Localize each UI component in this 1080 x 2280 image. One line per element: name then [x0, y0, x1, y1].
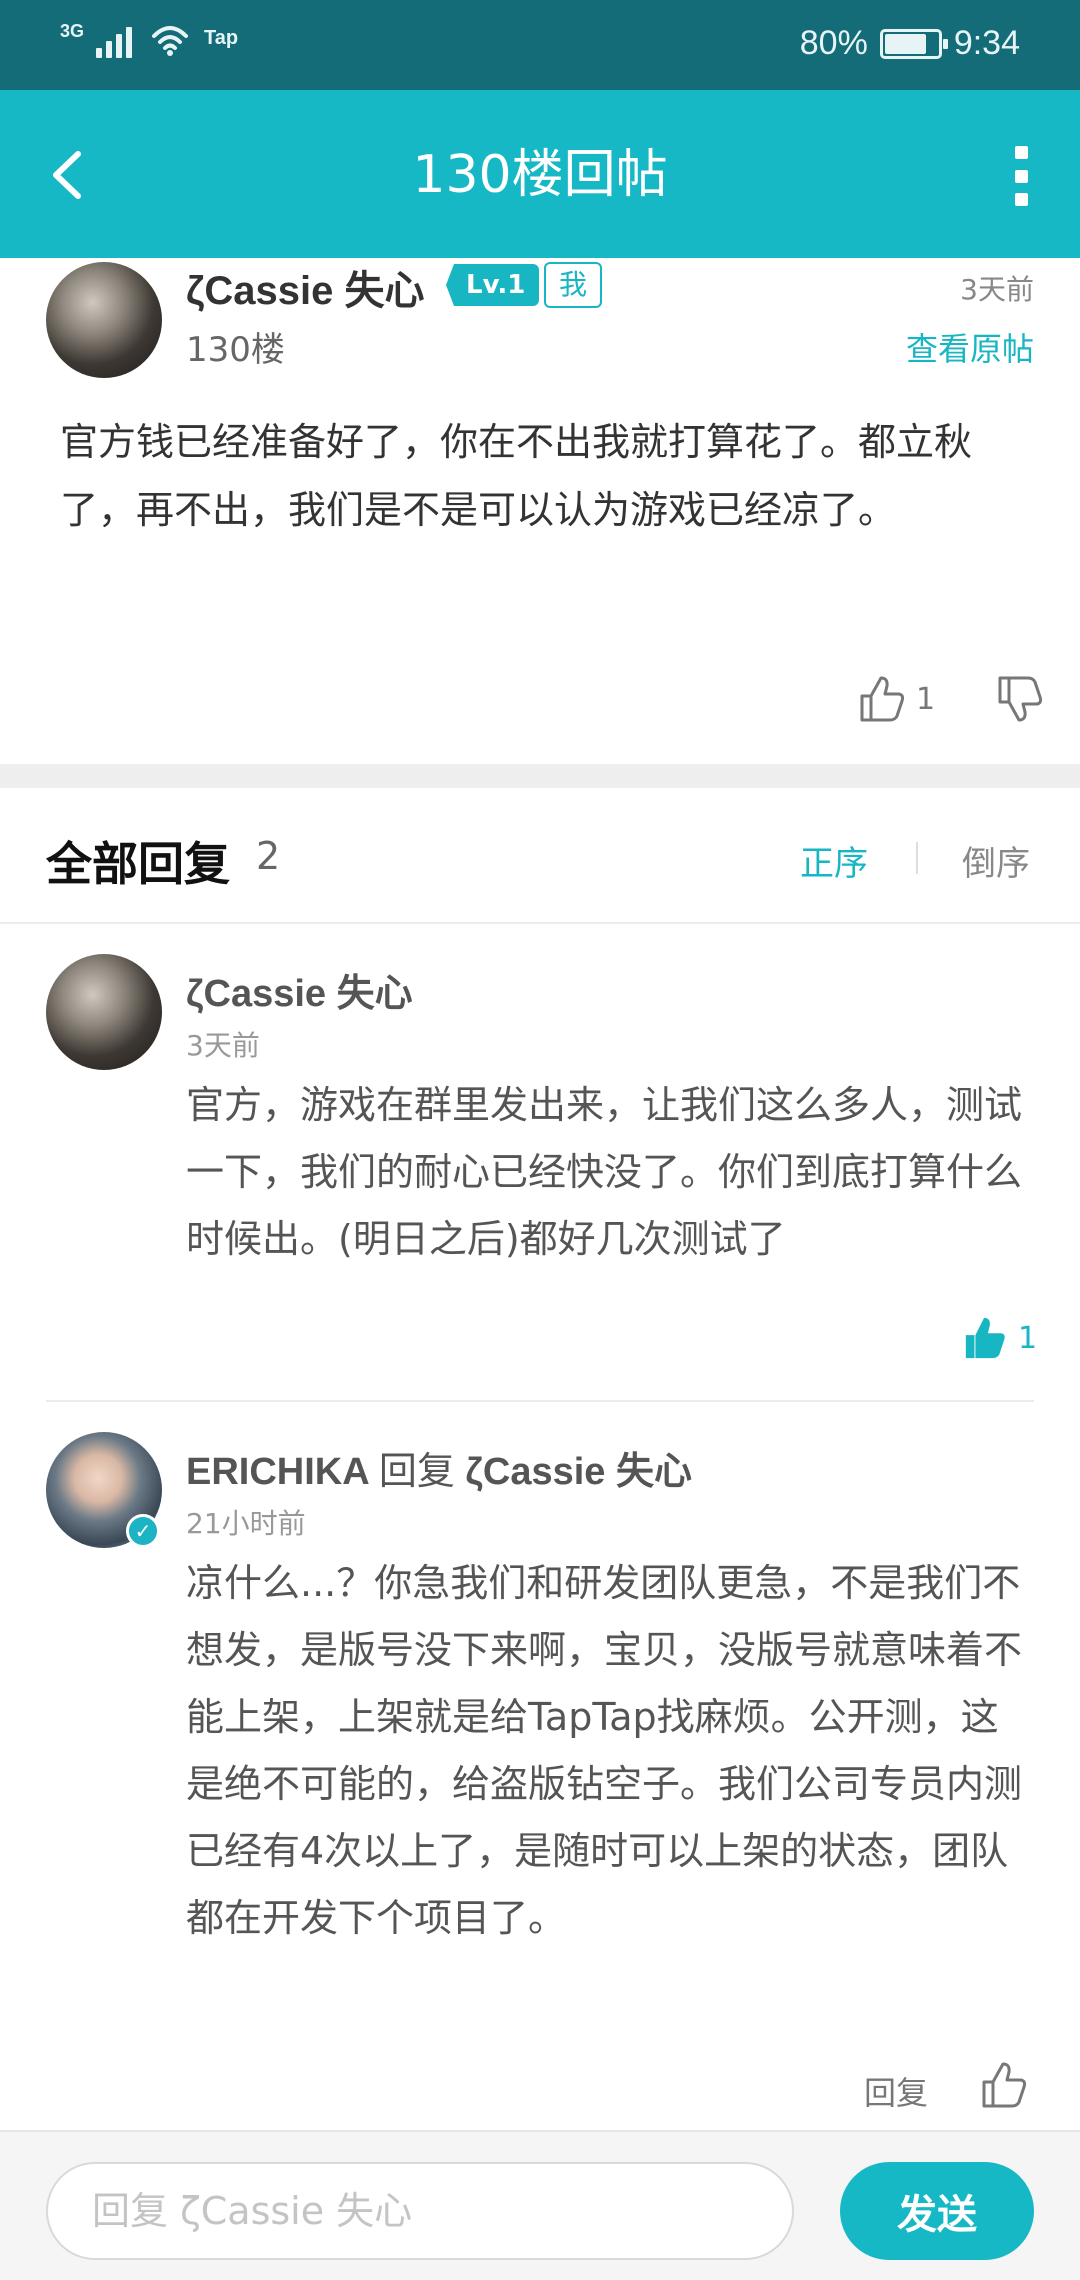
sort-ascending-tab[interactable]: 正序: [800, 836, 868, 885]
self-badge: 我: [544, 262, 602, 308]
battery-icon: [879, 28, 948, 59]
reply-author-line: ERICHIKA 回复 ζCassie 失心: [186, 1440, 692, 1495]
sort-descending-tab[interactable]: 倒序: [962, 836, 1030, 885]
reply-body: 官方，游戏在群里发出来，让我们这么多人，测试一下，我们的耐心已经快没了。你们到底…: [186, 1083, 1023, 1261]
post-like-button[interactable]: 1: [858, 674, 935, 724]
header-divider: [0, 922, 1080, 924]
reply-timestamp: 21小时前: [186, 1507, 306, 1540]
network-type: 3G: [60, 21, 85, 41]
all-replies-title: 全部回复: [46, 837, 230, 891]
sort-separator: [916, 842, 918, 874]
level-badge: Lv.1: [446, 264, 540, 306]
thumbs-up-icon: [860, 676, 905, 722]
reply-like-count: 1: [1018, 1320, 1038, 1356]
thumbs-up-icon[interactable]: [980, 2060, 1028, 2110]
reply-body: 凉什么...？你急我们和研发团队更急，不是我们不想发，是版号没下来啊，宝贝，没版…: [186, 1561, 1023, 1940]
replies-count: 2: [256, 834, 281, 878]
post-dislike-button[interactable]: [996, 674, 1044, 724]
post-timestamp: 3天前: [960, 273, 1034, 306]
status-right: 80% 9:34: [800, 24, 1020, 63]
status-bar: 3G Tap 80% 9:34: [0, 0, 1080, 90]
tap-indicator: Tap: [204, 27, 239, 49]
status-left: 3G Tap: [60, 22, 238, 58]
author-avatar[interactable]: [46, 262, 162, 378]
thumbs-down-icon: [998, 676, 1043, 722]
reply-input[interactable]: [46, 2162, 794, 2260]
wifi-icon: [152, 26, 189, 56]
app-bar: 130楼回帖: [0, 90, 1080, 258]
send-button[interactable]: 发送: [840, 2162, 1034, 2260]
more-vertical-icon[interactable]: [1006, 146, 1036, 206]
section-divider: [0, 764, 1080, 788]
reply-like-button[interactable]: 1: [962, 1314, 1037, 1362]
reply-to-word: 回复: [378, 1451, 455, 1493]
reply-author-name[interactable]: ERICHIKA: [186, 1451, 368, 1493]
reply-timestamp: 3天前: [186, 1029, 260, 1062]
reply-divider: [46, 1400, 1034, 1402]
verified-badge-icon: ✓: [126, 1514, 160, 1548]
reply-author-name[interactable]: ζCassie 失心: [186, 962, 413, 1017]
battery-percent: 80%: [799, 24, 868, 62]
reply-avatar[interactable]: [46, 954, 162, 1070]
post-body: 官方钱已经准备好了，你在不出我就打算花了。都立秋了，再不出，我们是不是可以认为游…: [60, 420, 973, 532]
thumbs-up-filled-icon: [965, 1317, 1005, 1359]
signal-icon: [96, 22, 133, 58]
view-original-link[interactable]: 查看原帖: [906, 324, 1034, 370]
reply-input-bar: 发送: [0, 2130, 1080, 2280]
reply-action-button[interactable]: 回复: [864, 2068, 928, 2114]
post-like-count: 1: [916, 681, 936, 717]
clock: 9:34: [953, 24, 1020, 62]
post-author-name[interactable]: ζCassie 失心: [186, 258, 425, 316]
battery-fill: [884, 33, 927, 54]
reply-to-name[interactable]: ζCassie 失心: [465, 1451, 692, 1493]
floor-number: 130楼: [186, 330, 285, 370]
page-title: 130楼回帖: [412, 145, 668, 205]
